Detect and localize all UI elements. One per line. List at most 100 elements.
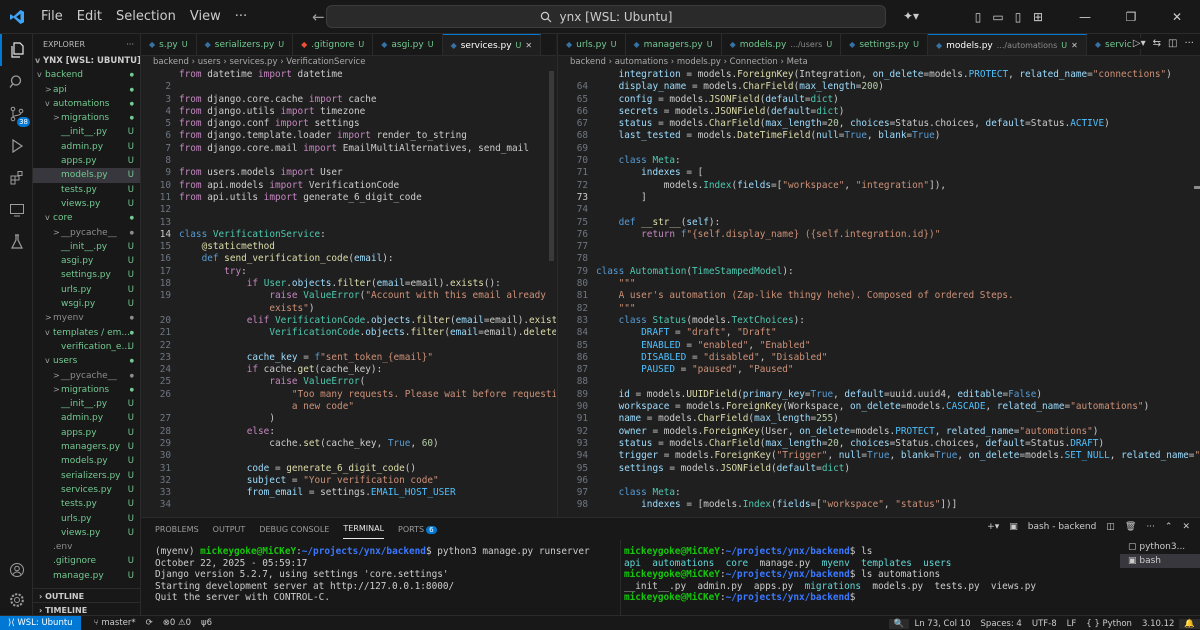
run-file-icon[interactable]: ▷▾ [1133, 38, 1146, 49]
explorer-more-icon[interactable]: ··· [126, 40, 134, 49]
tree-item[interactable]: manage.py U [33, 569, 140, 583]
menu-selection[interactable]: Selection [109, 0, 183, 34]
scrollbar-right[interactable] [1194, 186, 1200, 189]
breadcrumb[interactable]: backend › users › services.py › Verifica… [141, 56, 556, 69]
end-of-line[interactable]: LF [1062, 619, 1082, 629]
tree-item[interactable]: models.py U [33, 454, 140, 468]
terminal-name[interactable]: bash - backend [1028, 522, 1097, 532]
restore-icon[interactable]: ❐ [1108, 10, 1154, 24]
tree-item[interactable]: v backend ● [33, 68, 140, 82]
customize-layout-icon[interactable]: ⊞ [1028, 10, 1048, 24]
editor-tab[interactable]: ◆ services.py U ✕ [442, 34, 542, 56]
tree-item[interactable]: .env [33, 540, 140, 554]
back-arrow-icon[interactable]: ← [312, 8, 325, 26]
terminal-list-item[interactable]: ▢ python3... [1120, 540, 1200, 554]
command-center-search[interactable]: ynx [WSL: Ubuntu] [326, 5, 886, 28]
tree-item[interactable]: managers.py U [33, 440, 140, 454]
explorer-icon[interactable] [0, 34, 33, 66]
tree-item[interactable]: admin.py U [33, 140, 140, 154]
menu-edit[interactable]: Edit [70, 0, 109, 34]
python-version[interactable]: 3.10.12 [1137, 619, 1179, 629]
tree-item[interactable]: .gitignore U [33, 554, 140, 568]
workspace-root[interactable]: v YNX [WSL: UBUNTU] [33, 54, 140, 68]
close-panel-icon[interactable]: ✕ [1182, 522, 1190, 532]
editor-tab[interactable]: ◆ managers.py U [626, 34, 722, 55]
toggle-secondary-sidebar-icon[interactable]: ▯ [1008, 10, 1028, 24]
editor-tab[interactable]: ◆ settings.py U [841, 34, 928, 55]
more-menu-icon[interactable]: ··· [228, 0, 254, 34]
tree-item[interactable]: >migrations ● [33, 111, 140, 125]
cursor-position[interactable]: Ln 73, Col 10 [909, 619, 975, 629]
extensions-icon[interactable] [0, 162, 33, 194]
editor-tab[interactable]: ◆ s.py U [141, 34, 197, 55]
tree-item[interactable]: apps.py U [33, 426, 140, 440]
close-tab-icon[interactable]: ✕ [525, 35, 532, 56]
menu-file[interactable]: File [34, 0, 70, 34]
scrollbar-left[interactable] [549, 71, 554, 261]
breadcrumb[interactable]: backend › automations › models.py › Conn… [558, 56, 1200, 69]
branch-indicator[interactable]: ⑂ master* [89, 618, 141, 628]
split-editor-icon[interactable]: ◫ [1168, 38, 1177, 49]
tree-item[interactable]: wsgi.py U [33, 297, 140, 311]
tree-item[interactable]: >__pycache__ ● [33, 226, 140, 240]
tree-item[interactable]: apps.py U [33, 154, 140, 168]
search-icon[interactable] [0, 66, 33, 98]
tree-item[interactable]: models.py U [33, 168, 140, 183]
terminal-right[interactable]: mickeygoke@MiCKeY:~/projects/ynx/backend… [624, 546, 1104, 604]
tree-item[interactable]: >migrations ● [33, 383, 140, 397]
code-editor-left[interactable]: from datetime import datetime 2 3 from djan… [141, 69, 556, 517]
tab-problems[interactable]: PROBLEMS [155, 525, 199, 534]
close-window-icon[interactable]: ✕ [1154, 10, 1200, 24]
ports-indicator[interactable]: ψ6 [196, 618, 217, 628]
terminal-list-item[interactable]: ▣ bash [1120, 554, 1200, 568]
kill-terminal-icon[interactable]: 🗑 [1125, 522, 1136, 532]
tree-item[interactable]: >api ● [33, 83, 140, 97]
editor-tab[interactable]: ◆ serializers.py U [197, 34, 294, 55]
tree-item[interactable]: urls.py U [33, 283, 140, 297]
code-editor-right[interactable]: integration = models.ForeignKey(Integrat… [558, 69, 1200, 517]
remote-explorer-icon[interactable] [0, 194, 33, 226]
editor-tab[interactable]: ◆ .gitignore U [293, 34, 374, 55]
tree-item[interactable]: __init__.py U [33, 397, 140, 411]
tab-output[interactable]: OUTPUT [213, 525, 246, 534]
tree-item[interactable]: views.py U [33, 197, 140, 211]
tree-item[interactable]: >myenv ● [33, 311, 140, 325]
tree-item[interactable]: tests.py U [33, 497, 140, 511]
sync-icon[interactable]: ⟳ [141, 618, 158, 628]
tree-item[interactable]: admin.py U [33, 411, 140, 425]
tree-item[interactable]: verification_e... U [33, 340, 140, 354]
terminal-left[interactable]: (myenv) mickeygoke@MiCKeY:~/projects/ynx… [155, 546, 605, 604]
testing-icon[interactable] [0, 226, 33, 258]
account-icon[interactable] [0, 554, 33, 586]
tab-ports[interactable]: PORTS 6 [398, 525, 437, 534]
timeline-section[interactable]: › TIMELINE [33, 602, 140, 615]
menu-view[interactable]: View [183, 0, 228, 34]
tree-item[interactable]: >__pycache__ ● [33, 369, 140, 383]
tree-item[interactable]: v users ● [33, 354, 140, 368]
panel-more-icon[interactable]: ··· [1146, 522, 1155, 532]
problems-indicator[interactable]: ⊗0 ⚠0 [158, 618, 196, 628]
tree-item[interactable]: serializers.py U [33, 469, 140, 483]
tab-debug-console[interactable]: DEBUG CONSOLE [259, 525, 329, 534]
tree-item[interactable]: services.py U [33, 483, 140, 497]
open-changes-icon[interactable]: ⇆ [1153, 38, 1161, 49]
tree-item[interactable]: settings.py U [33, 268, 140, 282]
copilot-icon[interactable]: ✦▾ [903, 9, 919, 23]
minimize-icon[interactable]: — [1062, 10, 1108, 24]
notifications-icon[interactable]: 🔔 [1179, 618, 1200, 629]
maximize-panel-icon[interactable]: ⌃ [1165, 522, 1173, 532]
settings-gear-icon[interactable] [0, 584, 33, 616]
tree-item[interactable]: v core ● [33, 211, 140, 225]
editor-tab[interactable]: ◆ urls.py U [558, 34, 626, 55]
language-mode[interactable]: { } Python [1081, 619, 1137, 629]
close-tab-icon[interactable]: ✕ [1071, 35, 1078, 56]
editor-tab[interactable]: ◆ asgi.py U [373, 34, 443, 55]
outline-section[interactable]: › OUTLINE [33, 588, 140, 603]
editor-tab[interactable]: ◆ models.py .../automations U ✕ [927, 34, 1087, 56]
encoding[interactable]: UTF-8 [1027, 619, 1062, 629]
tree-item[interactable]: asgi.py U [33, 254, 140, 268]
tree-item[interactable]: v automations ● [33, 97, 140, 111]
remote-indicator[interactable]: ⟩⟨ WSL: Ubuntu [0, 615, 81, 630]
toggle-panel-icon[interactable]: ▭ [988, 10, 1008, 24]
tab-terminal[interactable]: TERMINAL [343, 520, 385, 539]
